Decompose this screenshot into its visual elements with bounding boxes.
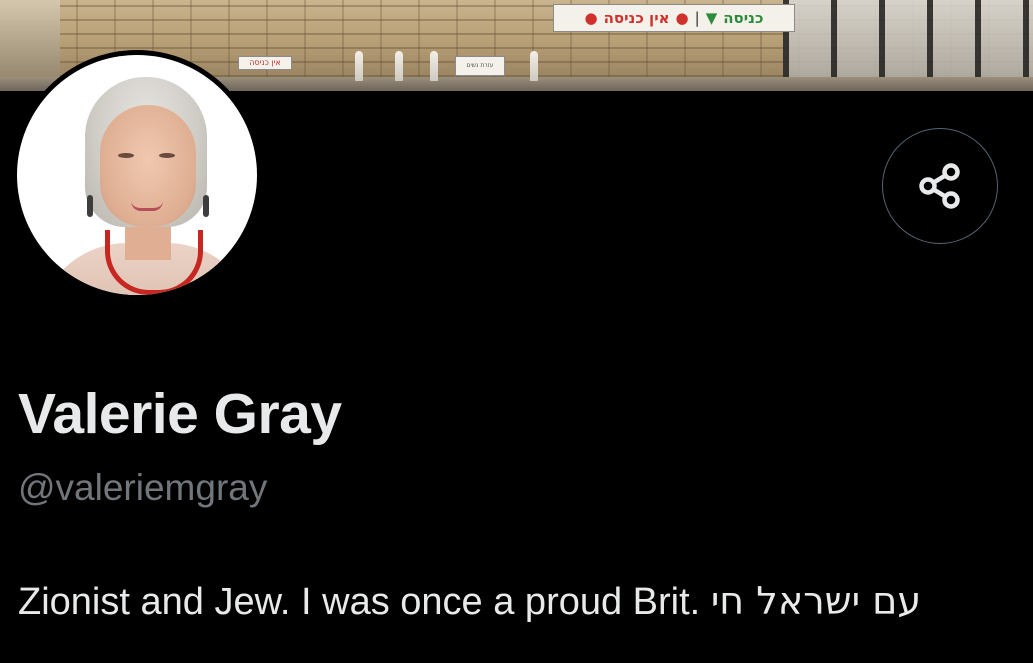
banner-umbrella — [355, 51, 363, 81]
avatar-earring — [203, 195, 209, 217]
profile-bio: Zionist and Jew. I was once a proud Brit… — [18, 579, 922, 625]
no-entry-text: אין כניסה — [603, 8, 670, 27]
no-entry-marker: ● — [675, 8, 689, 27]
banner-small-sign: אין כניסה — [238, 56, 292, 70]
profile-page: ● אין כניסה ● | ▼ כניסה אין כניסה עזרת נ… — [0, 0, 1033, 663]
avatar-earring — [87, 195, 93, 217]
entry-marker: ▼ — [705, 8, 718, 27]
share-icon — [919, 163, 960, 209]
avatar-eye — [118, 153, 134, 158]
sign-separator: | — [694, 8, 700, 27]
bio-hebrew-text: עם ישראל חי — [710, 579, 922, 623]
banner-umbrella — [430, 51, 438, 81]
avatar-photo — [17, 55, 257, 295]
banner-umbrella — [530, 51, 538, 81]
banner-umbrella — [395, 51, 403, 81]
bio-text: Zionist and Jew. I was once a proud Brit… — [18, 581, 701, 623]
avatar-eye — [159, 153, 175, 158]
display-name: Valerie Gray — [18, 382, 342, 446]
profile-avatar[interactable] — [12, 50, 262, 300]
entry-text: כניסה — [723, 8, 764, 27]
avatar-mouth — [131, 201, 163, 211]
banner-tiny-sign: עזרת נשים — [455, 56, 505, 76]
banner-entry-sign: ● אין כניסה ● | ▼ כניסה — [553, 4, 795, 32]
user-handle: @valeriemgray — [18, 467, 268, 508]
share-button[interactable] — [882, 128, 998, 244]
no-entry-marker: ● — [584, 8, 598, 27]
